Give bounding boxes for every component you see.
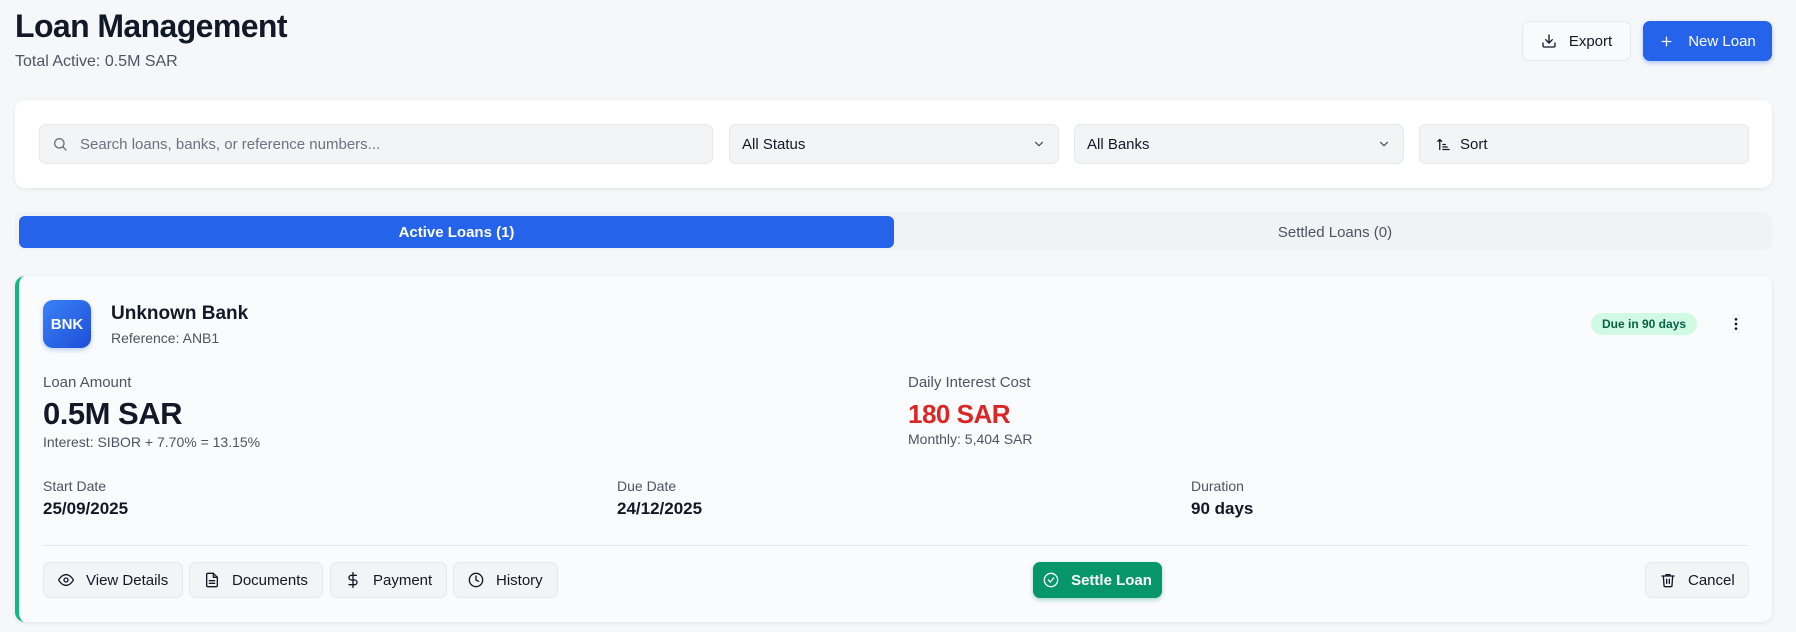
loan-card: BNK Unknown Bank Reference: ANB1 Due in … (15, 276, 1772, 622)
sort-button[interactable]: Sort (1419, 124, 1749, 164)
start-date-value: 25/09/2025 (43, 499, 129, 518)
search-input[interactable] (80, 135, 680, 153)
cancel-loan-button[interactable]: Cancel (1645, 562, 1749, 598)
more-options-button[interactable] (1725, 313, 1747, 335)
view-details-label: View Details (86, 571, 169, 589)
page-title: Loan Management (15, 8, 288, 44)
due-date-value: 24/12/2025 (617, 499, 703, 518)
settle-loan-button[interactable]: Settle Loan (1033, 562, 1162, 598)
history-label: History (496, 571, 543, 589)
duration-label: Duration (1191, 478, 1244, 494)
new-loan-label: New Loan (1688, 32, 1756, 50)
tab-settled-loans[interactable]: Settled Loans (0) (902, 216, 1768, 248)
bank-filter-value: All Banks (1087, 135, 1150, 153)
search-icon (52, 136, 68, 152)
export-button[interactable]: Export (1522, 21, 1631, 61)
export-label: Export (1568, 32, 1613, 50)
tab-active-loans[interactable]: Active Loans (1) (19, 216, 894, 248)
bank-filter-select[interactable]: All Banks (1074, 124, 1404, 164)
chevron-down-icon (1377, 137, 1391, 151)
eye-icon (58, 572, 74, 588)
duration-value: 90 days (1191, 499, 1254, 518)
document-icon (204, 572, 220, 588)
settle-loan-label: Settle Loan (1071, 571, 1152, 589)
search-box (39, 124, 713, 164)
documents-label: Documents (232, 571, 308, 589)
clock-icon (468, 572, 484, 588)
sort-label: Sort (1460, 135, 1488, 153)
documents-button[interactable]: Documents (189, 562, 323, 598)
bank-logo: BNK (43, 300, 91, 348)
plus-icon (1659, 34, 1674, 49)
loan-reference: Reference: ANB1 (111, 330, 220, 346)
payment-button[interactable]: Payment (330, 562, 448, 598)
sort-icon (1436, 137, 1451, 152)
card-divider (43, 545, 1748, 546)
monthly-interest: Monthly: 5,404 SAR (908, 431, 1033, 447)
due-status-badge: Due in 90 days (1591, 313, 1698, 335)
filter-bar: All Status All Banks Sort (15, 100, 1772, 188)
payment-label: Payment (373, 571, 433, 589)
cancel-label: Cancel (1688, 571, 1735, 589)
download-icon (1541, 33, 1557, 49)
daily-interest-value: 180 SAR (908, 399, 1011, 429)
loan-amount-value: 0.5M SAR (43, 396, 182, 431)
start-date-label: Start Date (43, 478, 107, 494)
new-loan-button[interactable]: New Loan (1643, 21, 1772, 61)
check-circle-icon (1043, 572, 1059, 588)
dollar-icon (345, 572, 361, 588)
due-date-label: Due Date (617, 478, 677, 494)
trash-icon (1660, 572, 1676, 588)
status-filter-select[interactable]: All Status (729, 124, 1059, 164)
daily-interest-label: Daily Interest Cost (908, 374, 1031, 391)
status-filter-value: All Status (742, 135, 806, 153)
history-button[interactable]: History (453, 562, 558, 598)
view-details-button[interactable]: View Details (43, 562, 184, 598)
interest-rate: Interest: SIBOR + 7.70% = 13.15% (43, 434, 261, 450)
total-active-summary: Total Active: 0.5M SAR (15, 53, 178, 70)
more-vertical-icon (1728, 316, 1744, 332)
bank-name: Unknown Bank (111, 303, 249, 324)
loan-amount-label: Loan Amount (43, 374, 132, 391)
chevron-down-icon (1032, 137, 1046, 151)
loan-tabs: Active Loans (1) Settled Loans (0) (15, 212, 1772, 250)
